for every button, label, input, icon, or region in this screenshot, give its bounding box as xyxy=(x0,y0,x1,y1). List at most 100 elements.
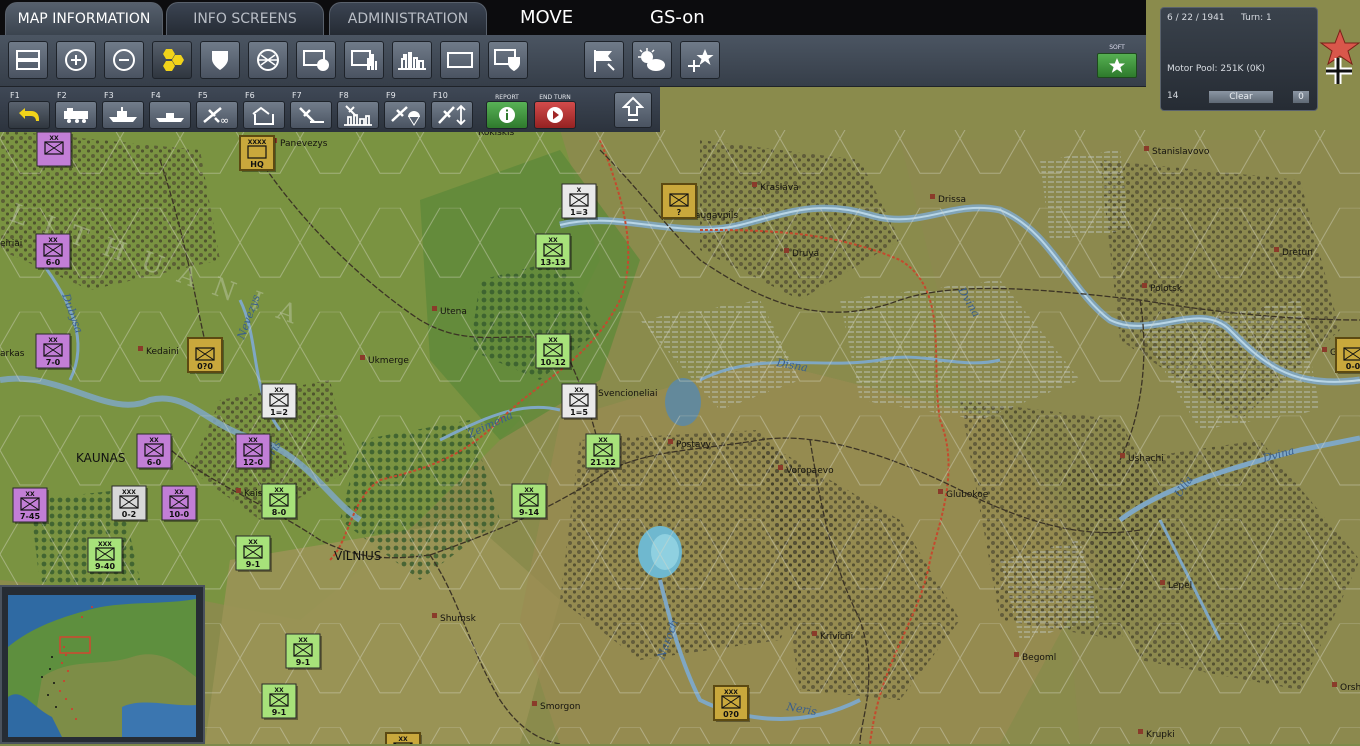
f10-air-move-button[interactable]: F10 xyxy=(431,87,473,132)
town-marker xyxy=(812,631,817,636)
unit-counter[interactable]: XX 9-1 xyxy=(261,683,298,720)
train-icon xyxy=(64,108,88,123)
unit-counter[interactable]: XXXX HQ xyxy=(239,135,276,172)
weather-icon[interactable] xyxy=(632,41,672,79)
town-marker xyxy=(1144,146,1149,151)
report-button[interactable] xyxy=(486,87,528,132)
unit-strength-label: 1=3 xyxy=(570,208,588,217)
town-label: Begoml xyxy=(1022,653,1056,663)
unit-strength-label: 0?0 xyxy=(723,710,739,719)
soft-factor-button[interactable] xyxy=(1097,53,1137,78)
f4-submarine-button[interactable]: F4 xyxy=(149,87,191,132)
unit-size-label: XX xyxy=(274,387,284,394)
town-marker xyxy=(784,248,789,253)
unit-size-label: XX xyxy=(149,437,159,444)
turn-date: 6 / 22 / 1941 xyxy=(1167,13,1225,23)
air-bomb-icon xyxy=(299,107,324,123)
unit-counter[interactable]: 0?0 xyxy=(187,337,224,374)
f8-air-city-button[interactable]: F8 xyxy=(337,87,379,132)
town-marker xyxy=(432,613,437,618)
town-label: Svencioneliai xyxy=(598,389,658,399)
unit-strength-label: 12-0 xyxy=(243,458,263,467)
unit-counter[interactable]: XXX 0-2 xyxy=(111,485,148,522)
zoom-out-icon[interactable] xyxy=(104,41,144,79)
unit-counter[interactable]: XX 13-13 xyxy=(535,233,572,270)
unit-counter[interactable]: XX 10-0 xyxy=(161,485,198,522)
unit-strength-label: ? xyxy=(677,208,682,217)
tab-administration[interactable]: ADMINISTRATION xyxy=(329,2,487,35)
shield-icon[interactable] xyxy=(200,41,240,79)
scroll-up-button[interactable] xyxy=(614,92,652,128)
clear-button[interactable]: Clear xyxy=(1208,90,1274,104)
unit-counter[interactable]: ? xyxy=(661,183,698,220)
zoom-in-icon[interactable] xyxy=(56,41,96,79)
unit-shield-icon[interactable] xyxy=(488,41,528,79)
f2-train-button[interactable]: F2 xyxy=(55,87,97,132)
bar-counter-icon[interactable] xyxy=(344,41,384,79)
unit-counter[interactable]: XX 10-12 xyxy=(535,333,572,370)
gs-mode-label[interactable]: GS-on xyxy=(650,7,705,28)
f1-return-button[interactable]: F1 xyxy=(8,87,50,132)
f5-air-transport-button[interactable]: F5 ∞ xyxy=(196,87,238,132)
f7-air-bomb-button[interactable]: F7 xyxy=(290,87,332,132)
f6-air-range-button[interactable]: F6 xyxy=(243,87,285,132)
unit-size-label: XX xyxy=(248,539,258,546)
f9-paradrop-button[interactable]: F9 xyxy=(384,87,426,132)
unit-counter[interactable]: 0-0 xyxy=(1335,337,1360,374)
unit-counter[interactable]: XX 6-0 xyxy=(35,233,72,270)
minimap[interactable] xyxy=(0,585,205,744)
unit-counter[interactable]: XX xyxy=(36,131,73,168)
tab-map-information[interactable]: MAP INFORMATION xyxy=(5,2,163,35)
unit-counter[interactable]: XX 9-1 xyxy=(285,633,322,670)
unit-strength-label: 10-12 xyxy=(540,358,566,367)
unit-counter[interactable]: XX 9-14 xyxy=(511,483,548,520)
unit-counter[interactable]: XX 7-0 xyxy=(35,333,72,370)
town-marker xyxy=(1138,729,1143,734)
unit-counter[interactable]: XX 1=5 xyxy=(561,383,598,420)
unit-strength-label: 10-0 xyxy=(169,510,189,519)
unit-size-label: XX xyxy=(598,437,608,444)
hex-grid-icon[interactable] xyxy=(152,41,192,79)
unit-counter[interactable]: XX 12-0 xyxy=(235,433,272,470)
zoom-window-icon[interactable] xyxy=(8,41,48,79)
tab-info-screens[interactable]: INFO SCREENS xyxy=(166,2,324,35)
unit-counter[interactable]: XX 9-1 xyxy=(235,535,272,572)
move-mode-label[interactable]: MOVE xyxy=(520,7,573,28)
town-label: Utena xyxy=(440,307,467,317)
town-marker xyxy=(668,439,673,444)
unit-size-label: XXX xyxy=(122,489,136,496)
unit-counter[interactable]: XX 8-0 xyxy=(261,483,298,520)
unit-counter[interactable]: XX 21-12 xyxy=(585,433,622,470)
end-turn-button[interactable] xyxy=(534,87,576,132)
town-marker xyxy=(938,489,943,494)
unit-counter[interactable]: XX xyxy=(385,732,422,744)
f8-label: F8 xyxy=(339,91,349,100)
town-marker xyxy=(1160,580,1165,585)
unit-counter[interactable]: XXX 9-40 xyxy=(87,537,124,574)
town-label: Ushachi xyxy=(1128,454,1164,464)
town-marker xyxy=(138,346,143,351)
zero-button[interactable]: 0 xyxy=(1292,90,1310,104)
airbase-icon[interactable] xyxy=(680,41,720,79)
town-label: Postavy xyxy=(676,440,712,450)
f3-label: F3 xyxy=(104,91,114,100)
network-icon[interactable] xyxy=(248,41,288,79)
town-marker xyxy=(1322,347,1327,352)
up-arrow-icon xyxy=(622,96,644,121)
terrain-icon[interactable] xyxy=(392,41,432,79)
unit-counter[interactable]: XXX 0?0 xyxy=(713,685,750,722)
unit-counter[interactable]: XX 1=2 xyxy=(261,383,298,420)
unit-counter[interactable]: X 1=3 xyxy=(561,183,598,220)
flag-icon[interactable] xyxy=(584,41,624,79)
f3-ship-button[interactable]: F3 xyxy=(102,87,144,132)
unit-counter-icon[interactable] xyxy=(296,41,336,79)
unit-counter[interactable]: XX 7-45 xyxy=(12,487,49,524)
rectangle-icon[interactable] xyxy=(440,41,480,79)
f2-label: F2 xyxy=(57,91,67,100)
unit-size-label: XXXX xyxy=(248,139,267,146)
unit-size-label: XX xyxy=(25,491,35,498)
town-label: Dretun xyxy=(1282,248,1313,258)
unit-counter[interactable]: XX 6-0 xyxy=(136,433,173,470)
unit-size-label: XX xyxy=(48,337,58,344)
town-label: Stanislavovo xyxy=(1152,147,1210,157)
